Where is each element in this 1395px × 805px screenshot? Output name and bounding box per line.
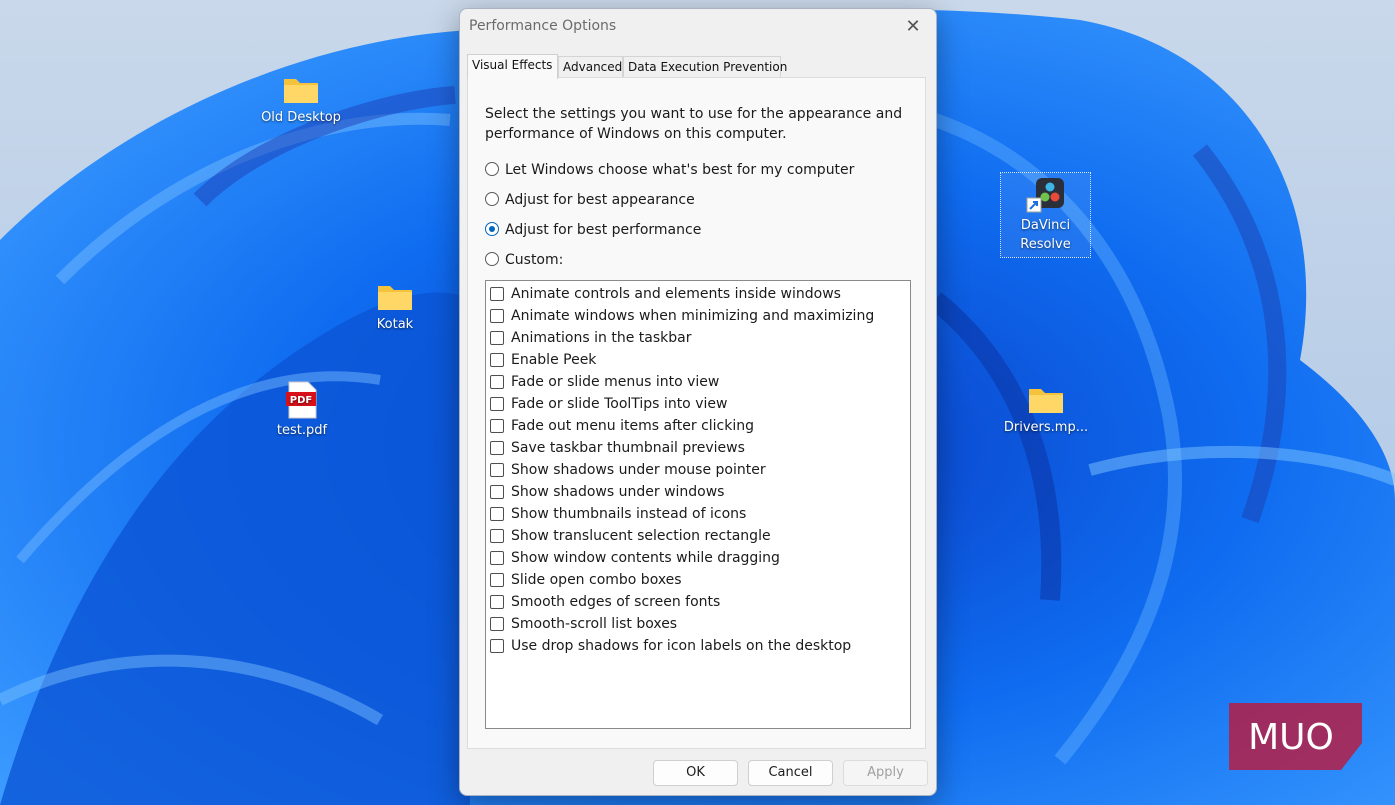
- checkbox[interactable]: [490, 397, 504, 411]
- checkbox[interactable]: [490, 595, 504, 609]
- checkbox-label: Animate windows when minimizing and maxi…: [511, 308, 875, 324]
- desktop-icon-kotak[interactable]: Kotak: [347, 281, 443, 334]
- radio-label: Adjust for best performance: [505, 222, 702, 238]
- desktop-icon-label: DaVinci: [1020, 218, 1071, 233]
- checkbox[interactable]: [490, 441, 504, 455]
- desktop-icon-davinci-resolve[interactable]: DaVinci Resolve: [1000, 172, 1091, 258]
- checkbox-label: Show shadows under windows: [511, 484, 725, 500]
- checkbox-label: Smooth-scroll list boxes: [511, 616, 678, 632]
- folder-icon: [284, 79, 318, 103]
- checkbox-label: Slide open combo boxes: [511, 572, 682, 588]
- desktop-icon-test-pdf[interactable]: PDF test.pdf: [254, 381, 350, 440]
- radio-label: Custom:: [505, 252, 564, 268]
- radio-button[interactable]: [485, 162, 499, 176]
- tab-visual-effects[interactable]: Visual Effects: [467, 54, 558, 79]
- checkbox-label: Show shadows under mouse pointer: [511, 462, 766, 478]
- intro-text: Select the settings you want to use for …: [485, 106, 903, 142]
- checkbox[interactable]: [490, 463, 504, 477]
- dialog-title: Performance Options: [469, 18, 617, 34]
- checkbox[interactable]: [490, 551, 504, 565]
- radio-label: Let Windows choose what's best for my co…: [505, 162, 855, 178]
- checkbox[interactable]: [490, 507, 504, 521]
- checkbox-label: Smooth edges of screen fonts: [511, 594, 721, 610]
- checkbox-label: Animate controls and elements inside win…: [511, 286, 841, 302]
- close-button[interactable]: ✕: [898, 13, 928, 41]
- checkbox-label: Save taskbar thumbnail previews: [511, 440, 745, 456]
- tab-advanced[interactable]: Advanced: [558, 56, 623, 77]
- radio-button-selected[interactable]: [485, 222, 499, 236]
- svg-text:MUO: MUO: [1248, 717, 1334, 758]
- cancel-button[interactable]: Cancel: [748, 760, 833, 786]
- checkbox-label: Show thumbnails instead of icons: [511, 506, 747, 522]
- ok-button[interactable]: OK: [653, 760, 738, 786]
- muo-watermark-logo: MUO: [1229, 703, 1362, 770]
- checkbox-label: Enable Peek: [511, 352, 597, 368]
- checkbox[interactable]: [490, 331, 504, 345]
- checkbox[interactable]: [490, 485, 504, 499]
- tab-label: Advanced: [563, 60, 623, 74]
- checkbox[interactable]: [490, 617, 504, 631]
- checkbox-label: Use drop shadows for icon labels on the …: [511, 638, 852, 654]
- apply-button[interactable]: Apply: [843, 760, 928, 786]
- desktop-icon-label: test.pdf: [276, 423, 328, 438]
- title-bar[interactable]: Performance Options ✕: [460, 9, 936, 45]
- checkbox-label: Fade out menu items after clicking: [511, 418, 754, 434]
- checkbox[interactable]: [490, 287, 504, 301]
- checkbox[interactable]: [490, 375, 504, 389]
- checkbox[interactable]: [490, 573, 504, 587]
- radio-button[interactable]: [485, 192, 499, 206]
- pdf-file-icon: PDF: [286, 381, 317, 419]
- checkbox[interactable]: [490, 529, 504, 543]
- desktop-icon-old-desktop[interactable]: Old Desktop: [253, 74, 349, 127]
- close-icon: ✕: [905, 16, 921, 37]
- visual-effects-panel: Select the settings you want to use for …: [467, 77, 926, 749]
- visual-effects-list[interactable]: Animate controls and elements inside win…: [485, 280, 911, 729]
- checkbox-label: Fade or slide menus into view: [511, 374, 720, 390]
- tab-data-execution-prevention[interactable]: Data Execution Prevention: [623, 56, 787, 77]
- svg-text:PDF: PDF: [290, 395, 312, 406]
- desktop-icon-label: Kotak: [376, 317, 414, 332]
- checkbox-label: Show window contents while dragging: [511, 550, 780, 566]
- davinci-resolve-shortcut-icon: [1026, 178, 1064, 213]
- checkbox[interactable]: [490, 419, 504, 433]
- performance-options-dialog: Performance Options ✕ Visual Effects Adv…: [459, 8, 937, 796]
- checkbox-label: Animations in the taskbar: [511, 330, 692, 346]
- desktop-icon-drivers[interactable]: Drivers.mp...: [998, 384, 1094, 437]
- folder-icon: [1029, 389, 1063, 413]
- checkbox[interactable]: [490, 639, 504, 653]
- radio-label: Adjust for best appearance: [505, 192, 695, 208]
- checkbox[interactable]: [490, 353, 504, 367]
- radio-button[interactable]: [485, 252, 499, 266]
- desktop-icon-label: Drivers.mp...: [1003, 420, 1089, 435]
- desktop-icon-label: Resolve: [1020, 237, 1071, 252]
- tab-label: Data Execution Prevention: [628, 60, 788, 74]
- checkbox[interactable]: [490, 309, 504, 323]
- tab-label: Visual Effects: [472, 58, 553, 72]
- checkbox-label: Show translucent selection rectangle: [511, 528, 771, 544]
- desktop-icon-label: Old Desktop: [261, 110, 341, 125]
- checkbox-label: Fade or slide ToolTips into view: [511, 396, 728, 412]
- folder-icon: [378, 286, 412, 310]
